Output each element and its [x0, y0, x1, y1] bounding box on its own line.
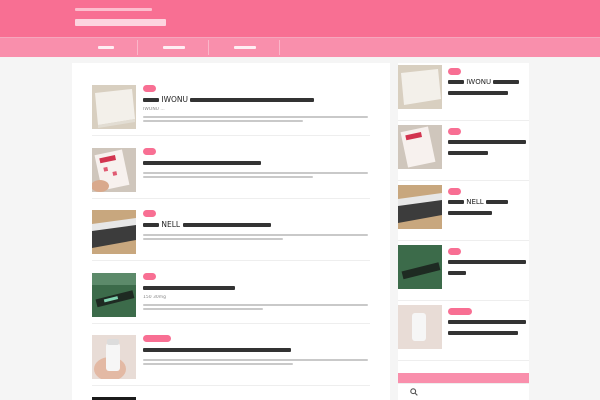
global-nav	[0, 37, 600, 57]
sidebar-item-title[interactable]: IWONU	[448, 77, 529, 101]
article-card[interactable]	[92, 335, 370, 393]
sidebar-item-title[interactable]: NELL	[448, 197, 529, 221]
article-title[interactable]: NELL	[143, 220, 371, 230]
search-widget[interactable]	[398, 383, 529, 400]
article-thumbnail[interactable]	[92, 85, 136, 129]
divider	[398, 120, 529, 121]
sidebar-thumbnail[interactable]	[398, 125, 442, 169]
sidebar-item-title[interactable]	[448, 317, 529, 341]
mattress-image	[92, 85, 136, 129]
sidebar-item-title[interactable]	[448, 257, 529, 281]
sidebar-item[interactable]: IWONU	[398, 65, 529, 125]
divider	[398, 360, 529, 361]
koso-package-image	[92, 148, 136, 192]
divider	[398, 180, 529, 181]
sidebar: IWONU NELL	[398, 63, 529, 400]
nav-divider	[208, 40, 209, 55]
article-excerpt: 150 30mg	[143, 295, 371, 315]
divider	[92, 323, 370, 324]
site-title[interactable]	[75, 17, 375, 29]
category-badge[interactable]	[448, 188, 461, 195]
nell-mattress-image	[398, 185, 442, 229]
article-excerpt	[143, 232, 371, 252]
bottle-image	[398, 305, 442, 349]
divider	[92, 198, 370, 199]
article-card[interactable]: IWONU IWONU ...	[92, 85, 370, 143]
search-icon[interactable]	[410, 388, 418, 396]
sidebar-thumbnail[interactable]	[398, 245, 442, 289]
nav-item-label	[234, 46, 256, 49]
article-thumbnail[interactable]	[92, 210, 136, 254]
article-excerpt	[143, 170, 371, 190]
nell-mattress-image	[92, 210, 136, 254]
sidebar-thumbnail[interactable]	[398, 305, 442, 349]
article-thumbnail[interactable]	[92, 273, 136, 317]
divider	[398, 300, 529, 301]
article-card[interactable]: NELL	[92, 210, 370, 268]
koso-package-image	[398, 125, 442, 169]
sidebar-thumbnail[interactable]	[398, 185, 442, 229]
bottle-image	[92, 335, 136, 379]
category-badge[interactable]	[448, 308, 472, 315]
nav-item-label	[98, 46, 114, 49]
nav-item-2[interactable]	[140, 38, 208, 57]
article-title[interactable]	[143, 158, 371, 168]
category-badge[interactable]	[143, 273, 156, 280]
supplement-box-image	[92, 273, 136, 317]
divider	[92, 135, 370, 136]
nav-item-1[interactable]	[75, 38, 137, 57]
category-badge[interactable]	[143, 85, 156, 92]
site-tagline	[75, 6, 375, 14]
sidebar-thumbnail[interactable]	[398, 65, 442, 109]
article-title[interactable]: IWONU	[143, 95, 371, 105]
article-list: IWONU IWONU ... NELL 150 30mg	[72, 63, 390, 400]
nav-item-3[interactable]	[211, 38, 279, 57]
article-card[interactable]	[92, 148, 370, 206]
mattress-image	[398, 65, 442, 109]
sidebar-item[interactable]	[398, 245, 529, 305]
nav-divider	[137, 40, 138, 55]
nav-divider	[279, 40, 280, 55]
category-badge[interactable]	[143, 210, 156, 217]
category-badge[interactable]	[143, 148, 156, 155]
category-badge[interactable]	[448, 68, 461, 75]
supplement-box-image	[398, 245, 442, 289]
category-badge[interactable]	[143, 335, 171, 342]
article-excerpt: IWONU ...	[143, 107, 371, 127]
sidebar-item[interactable]: NELL	[398, 185, 529, 245]
article-thumbnail[interactable]	[92, 335, 136, 379]
search-widget-header	[398, 373, 529, 383]
site-header	[0, 0, 600, 37]
sidebar-item-title[interactable]	[448, 137, 529, 161]
article-card[interactable]: 150 30mg	[92, 273, 370, 331]
sidebar-item[interactable]	[398, 125, 529, 185]
article-thumbnail[interactable]	[92, 148, 136, 192]
sidebar-item[interactable]	[398, 305, 529, 365]
article-excerpt	[143, 357, 371, 377]
divider	[92, 385, 370, 386]
nav-item-label	[163, 46, 185, 49]
divider	[92, 260, 370, 261]
category-badge[interactable]	[448, 128, 461, 135]
category-badge[interactable]	[448, 248, 461, 255]
article-title[interactable]	[143, 345, 371, 355]
divider	[398, 240, 529, 241]
article-title[interactable]	[143, 283, 371, 293]
